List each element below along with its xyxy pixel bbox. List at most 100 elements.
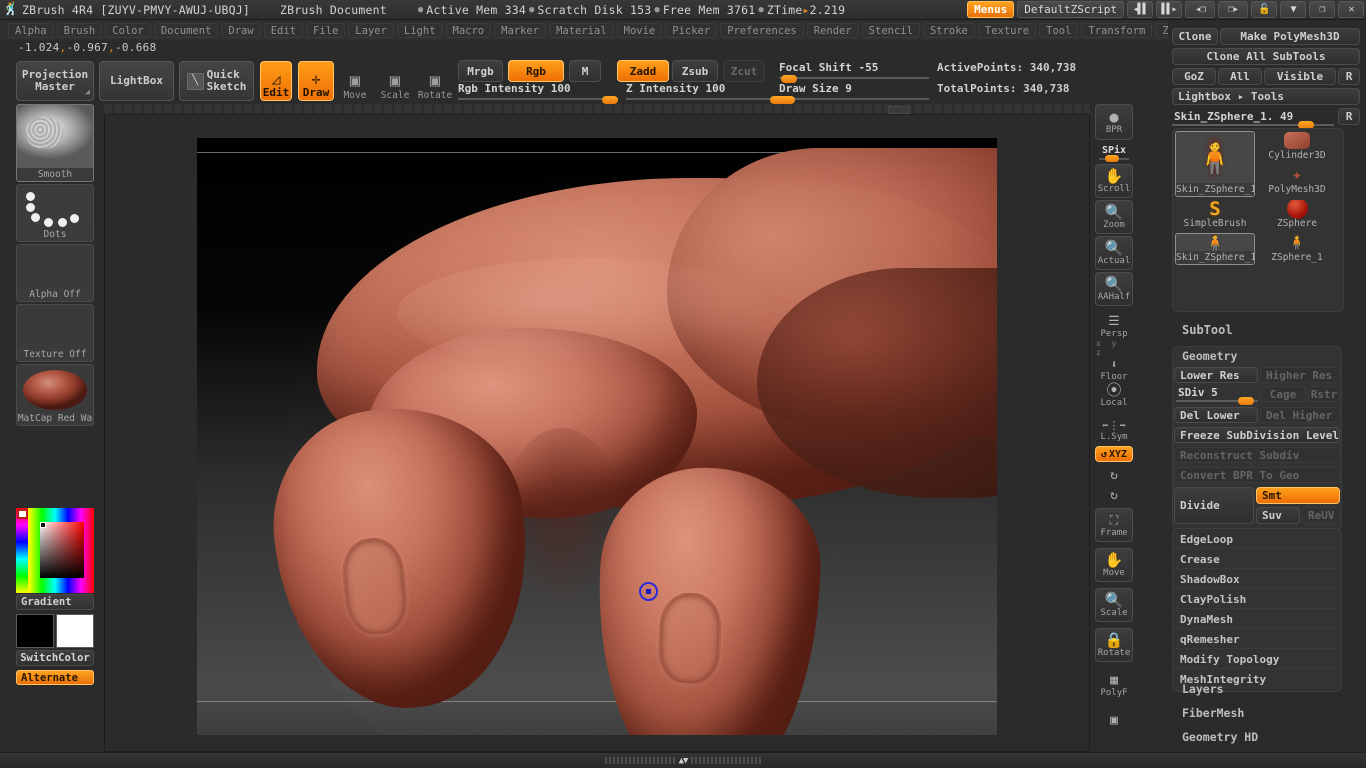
menus-button[interactable]: Menus [967,1,1015,18]
goz-button[interactable]: GoZ [1172,68,1216,85]
rotate-z-button[interactable]: ↻ [1095,486,1133,504]
claypolish-section[interactable]: ClayPolish [1174,589,1340,609]
lightbox-tools-button[interactable]: Lightbox ▸ Tools [1172,88,1360,105]
tool-slot-skin-zsphere-1-b[interactable]: 🧍 Skin_ZSphere_1 [1175,233,1255,265]
xyz-button[interactable]: ↺ XYZ [1095,446,1133,462]
menu-item-layer[interactable]: Layer [348,22,394,38]
move-gizmo-button[interactable]: ✋ Move [1095,548,1133,582]
zsub-button[interactable]: Zsub [672,60,718,82]
draw-size-knob[interactable] [779,96,795,104]
alternate-button[interactable]: Alternate [16,670,94,685]
geometry-hd-section[interactable]: Geometry HD [1182,730,1258,744]
draw-size-slider[interactable]: Draw Size 9 [779,82,929,104]
scale-mode-button[interactable]: ▣ Scale [379,61,411,102]
switch-color-button[interactable]: SwitchColor [16,650,94,666]
qremesher-section[interactable]: qRemesher [1174,629,1340,649]
m-button[interactable]: M [569,60,601,82]
menu-item-movie[interactable]: Movie [616,22,663,38]
shadowbox-section[interactable]: ShadowBox [1174,569,1340,589]
layers-section[interactable]: Layers [1182,682,1224,696]
projection-master-button[interactable]: Projection Master ◢ [16,61,94,101]
divide-button[interactable]: Divide [1174,487,1254,524]
menu-item-document[interactable]: Document [153,22,219,38]
scroll-button[interactable]: ✋ Scroll [1095,164,1133,198]
bpr-button[interactable]: ● BPR [1095,104,1133,140]
menu-item-marker[interactable]: Marker [494,22,547,38]
geometry-header[interactable]: Geometry [1182,349,1237,363]
quick-sketch-button[interactable]: ╲ Quick Sketch [179,61,254,101]
lock-icon[interactable]: 🔓 [1251,1,1277,18]
menu-item-picker[interactable]: Picker [665,22,718,38]
smt-button[interactable]: Smt [1256,487,1340,504]
dynamesh-section[interactable]: DynaMesh [1174,609,1340,629]
zscript-button[interactable]: DefaultZScript [1017,1,1124,18]
bottom-bar[interactable]: ▲▼ [0,752,1366,768]
canvas-scroll-nub[interactable] [888,106,910,114]
rotate-mode-button[interactable]: ▣ Rotate [418,61,452,102]
aahalf-button[interactable]: 🔍 AAHalf [1095,272,1133,306]
secondary-color-chip[interactable] [56,614,94,648]
zadd-button[interactable]: Zadd [617,60,669,82]
move-mode-button[interactable]: ▣ Move [339,61,371,102]
floor-button[interactable]: x y z ⬇ Floor [1095,339,1133,382]
tool-slot-polymesh3d[interactable]: ✦ PolyMesh3D [1257,165,1337,197]
tool-slot-cylinder3d[interactable]: Cylinder3D [1257,131,1337,163]
crease-section[interactable]: Crease [1174,549,1340,569]
local-symmetry-button[interactable]: ⬅⋮➡ L.Sym [1095,416,1133,444]
zcut-button[interactable]: Zcut [723,60,765,82]
zoom-button[interactable]: 🔍 Zoom [1095,200,1133,234]
visible-r-button[interactable]: R [1338,68,1360,85]
fibermesh-section[interactable]: FiberMesh [1182,706,1244,720]
del-higher-button[interactable]: Del Higher [1260,407,1340,423]
gradient-button[interactable]: Gradient [16,594,94,610]
del-lower-button[interactable]: Del Lower [1174,407,1258,423]
make-polymesh3d-button[interactable]: Make PolyMesh3D [1220,28,1360,45]
scale-gizmo-button[interactable]: 🔍 Scale [1095,588,1133,622]
reconstruct-subdiv-button[interactable]: Reconstruct Subdiv [1174,447,1340,463]
menu-item-alpha[interactable]: Alpha [8,22,54,38]
reuv-button[interactable]: ReUV [1302,507,1340,524]
convert-bpr-button[interactable]: Convert BPR To Geo [1174,467,1340,483]
material-swatch[interactable]: MatCap Red Wa [16,364,94,426]
cage-button[interactable]: Cage [1260,386,1306,402]
texture-swatch[interactable]: Texture Off [16,304,94,362]
menu-item-light[interactable]: Light [396,22,443,38]
close-icon[interactable]: ✕ [1338,1,1364,18]
frame-button[interactable]: ⛶ Frame [1095,508,1133,542]
polyframe-button[interactable]: ▦ PolyF [1095,668,1133,702]
sdiv-knob[interactable] [1238,397,1254,405]
color-picker[interactable] [16,508,94,593]
menu-item-preferences[interactable]: Preferences [720,22,804,38]
modify-topology-section[interactable]: Modify Topology [1174,649,1340,669]
rstr-button[interactable]: Rstr [1308,386,1340,402]
tool-slot-zsphere-1[interactable]: 🧍 ZSphere_1 [1257,233,1337,265]
menu-item-brush[interactable]: Brush [56,22,103,38]
subtool-header[interactable]: SubTool [1182,323,1233,337]
clone-all-subtools-button[interactable]: Clone All SubTools [1172,48,1360,65]
menu-item-render[interactable]: Render [806,22,859,38]
document-canvas[interactable] [197,138,997,735]
draw-mode-button[interactable]: ✛ Draw [298,61,334,101]
menu-item-stencil[interactable]: Stencil [861,22,920,38]
clone-button[interactable]: Clone [1172,28,1218,45]
transp-button[interactable]: ▣ [1095,706,1133,734]
rotate-y-button[interactable]: ↻ [1095,466,1133,484]
edgeloop-section[interactable]: EdgeLoop [1174,529,1340,549]
visible-button[interactable]: Visible [1264,68,1336,85]
restore-icon[interactable]: ❐ [1309,1,1335,18]
menu-item-edit[interactable]: Edit [263,22,303,38]
persp-button[interactable]: ☰ Persp [1095,310,1133,342]
primary-color-chip[interactable] [16,614,54,648]
spix-slider[interactable]: SPix [1095,142,1133,162]
minimize-icon[interactable]: ▼ [1280,1,1306,18]
z-intensity-slider[interactable]: Z Intensity 100 [626,82,786,104]
suv-button[interactable]: Suv [1256,507,1300,524]
stroke-swatch[interactable]: Dots [16,184,94,242]
menu-item-file[interactable]: File [306,22,346,38]
rgb-intensity-knob[interactable] [602,96,618,104]
actual-button[interactable]: 🔍 Actual [1095,236,1133,270]
tool-slot-simplebrush[interactable]: S SimpleBrush [1175,199,1255,231]
all-button[interactable]: All [1218,68,1262,85]
menu-item-texture[interactable]: Texture [977,22,1037,38]
menu-item-tool[interactable]: Tool [1039,22,1079,38]
